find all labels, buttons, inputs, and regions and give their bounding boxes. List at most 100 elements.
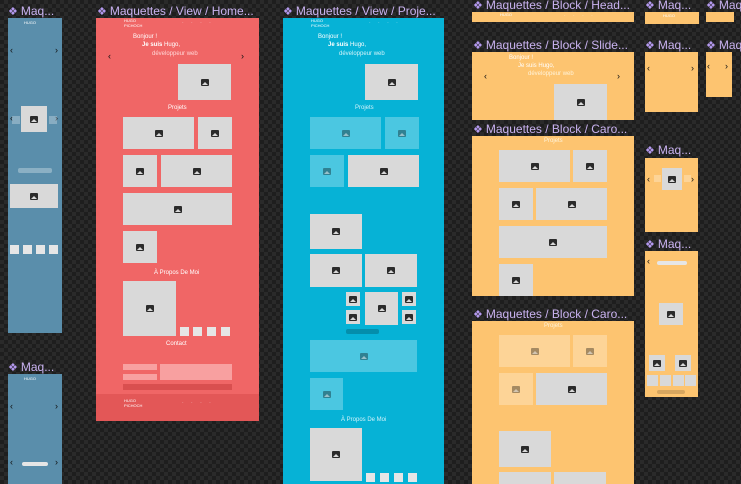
frame-right-2[interactable] [706, 12, 734, 22]
gallery-scrollbar[interactable] [346, 329, 379, 334]
slider-handle[interactable] [22, 462, 48, 466]
frame-label-right-5[interactable]: ❖ Maq... [645, 143, 701, 157]
frame-block-carousel-1[interactable]: Projets [472, 136, 634, 296]
gallery-thumb[interactable] [673, 375, 684, 386]
gallery-scrollbar[interactable] [657, 390, 685, 394]
chevron-left-icon[interactable]: ‹ [10, 458, 13, 467]
frame-label-view-projects[interactable]: ❖ Maquettes / View / Proje... [283, 4, 443, 18]
frame-label-block-header[interactable]: ❖ Maquettes / Block / Head... [473, 0, 635, 12]
top-nav[interactable]: · · · · [182, 20, 214, 26]
frame-right-1[interactable]: HUGO [645, 12, 699, 24]
frame-label-block-carousel-2[interactable]: ❖ Maquettes / Block / Caro... [473, 307, 635, 321]
project-card[interactable] [499, 472, 551, 484]
project-thumbnail[interactable] [573, 150, 607, 182]
project-thumbnail[interactable] [161, 155, 232, 187]
gallery-thumb[interactable] [660, 375, 671, 386]
slider-handle[interactable] [657, 261, 687, 265]
project-thumbnail[interactable] [499, 226, 607, 258]
chevron-right-icon[interactable]: › [55, 402, 58, 411]
chevron-left-icon[interactable]: ‹ [10, 46, 13, 55]
gallery-thumb[interactable] [346, 310, 360, 324]
chevron-right-icon[interactable]: › [617, 72, 620, 81]
frame-view-projects[interactable]: HUGO PICHOCH · · · · Bonjour ! Je suis H… [283, 18, 444, 484]
chevron-right-icon[interactable]: › [691, 175, 694, 184]
contact-submit-button[interactable] [123, 384, 232, 390]
project-thumbnail[interactable] [310, 155, 344, 187]
chevron-left-icon[interactable]: ‹ [484, 72, 487, 81]
project-card[interactable] [310, 340, 417, 372]
project-thumbnail[interactable] [198, 117, 232, 149]
project-thumbnail[interactable] [310, 117, 381, 149]
footer-nav[interactable]: · · · · [182, 400, 214, 406]
chevron-right-icon[interactable]: › [55, 46, 58, 55]
chevron-left-icon[interactable]: ‹ [108, 52, 111, 61]
project-thumbnail[interactable] [499, 150, 570, 182]
slider-track[interactable] [18, 168, 52, 173]
gallery-thumb[interactable] [649, 355, 665, 371]
project-thumbnail[interactable] [499, 264, 533, 296]
project-thumbnail[interactable] [348, 155, 419, 187]
frame-block-carousel-2[interactable]: Projets [472, 321, 634, 484]
project-thumbnail[interactable] [385, 117, 419, 149]
contact-message-field[interactable] [160, 364, 232, 380]
frame-label-right-1[interactable]: ❖ Maq... [645, 0, 701, 12]
frame-label-right-6[interactable]: ❖ Maq... [645, 237, 701, 251]
project-card[interactable] [310, 378, 343, 410]
frame-right-3[interactable]: ‹ › [645, 52, 698, 112]
frame-block-header[interactable]: HUGO · · · · [472, 12, 634, 22]
frame-right-6[interactable]: ‹ [645, 251, 698, 397]
frame-left-1[interactable]: HUGO ‹ › ‹ › [8, 18, 62, 333]
frame-label-block-carousel-1[interactable]: ❖ Maquettes / Block / Caro... [473, 122, 635, 136]
project-card[interactable] [310, 254, 362, 287]
project-thumbnail[interactable] [123, 155, 157, 187]
frame-right-5[interactable]: ‹ › [645, 158, 698, 232]
frame-label-left-1[interactable]: ❖ Maq... [8, 4, 64, 18]
project-thumbnail[interactable] [499, 373, 533, 405]
thumbnail-square[interactable] [36, 245, 45, 254]
gallery-thumb[interactable] [675, 355, 691, 371]
frame-label-view-home[interactable]: ❖ Maquettes / View / Home... [97, 4, 259, 18]
frame-label-right-3[interactable]: ❖ Maq... [645, 38, 701, 52]
frame-right-4[interactable]: ‹ › [706, 52, 732, 97]
chevron-left-icon[interactable]: ‹ [647, 64, 650, 73]
chevron-left-icon[interactable]: ‹ [10, 402, 13, 411]
chevron-left-icon[interactable]: ‹ [647, 257, 650, 266]
project-thumbnail[interactable] [123, 117, 194, 149]
thumbnail-square[interactable] [49, 245, 58, 254]
contact-email-field[interactable] [123, 374, 157, 380]
project-thumbnail[interactable] [123, 193, 232, 225]
chevron-right-icon[interactable]: › [725, 62, 728, 71]
gallery-thumb[interactable] [647, 375, 658, 386]
project-thumbnail[interactable] [123, 231, 157, 263]
chevron-left-icon[interactable]: ‹ [647, 175, 650, 184]
project-card[interactable] [499, 431, 551, 467]
top-nav[interactable]: · · · · [369, 20, 401, 26]
chevron-left-icon[interactable]: ‹ [707, 62, 710, 71]
thumbnail-square[interactable] [23, 245, 32, 254]
top-nav[interactable]: · · · · [564, 13, 596, 19]
thumbnail-square[interactable] [10, 245, 19, 254]
frame-left-2[interactable]: HUGO ‹ › ‹ › [8, 374, 62, 484]
project-thumbnail[interactable] [499, 335, 570, 367]
gallery-main[interactable] [365, 292, 398, 325]
project-thumbnail[interactable] [536, 373, 607, 405]
project-card[interactable] [365, 254, 417, 287]
frame-label-block-slider[interactable]: ❖ Maquettes / Block / Slide... [473, 38, 635, 52]
frame-label-left-2[interactable]: ❖ Maq... [8, 360, 64, 374]
chevron-right-icon[interactable]: › [241, 52, 244, 61]
frame-block-slider[interactable]: Bonjour ! Je suis Hugo, développeur web … [472, 52, 634, 120]
frame-label-right-4[interactable]: ❖Maq... [706, 38, 741, 52]
gallery-thumb[interactable] [346, 292, 360, 306]
frame-view-home[interactable]: HUGO PICHOCH · · · · Bonjour ! Je suis H… [96, 18, 259, 421]
project-card[interactable] [554, 472, 606, 484]
project-card[interactable] [310, 214, 362, 249]
project-thumbnail[interactable] [573, 335, 607, 367]
contact-name-field[interactable] [123, 364, 157, 370]
frame-label-right-2[interactable]: ❖Maq... [706, 0, 741, 12]
gallery-thumb[interactable] [402, 310, 416, 324]
gallery-thumb[interactable] [402, 292, 416, 306]
chevron-right-icon[interactable]: › [691, 64, 694, 73]
project-thumbnail[interactable] [536, 188, 607, 220]
project-thumbnail[interactable] [499, 188, 533, 220]
gallery-thumb[interactable] [685, 375, 696, 386]
